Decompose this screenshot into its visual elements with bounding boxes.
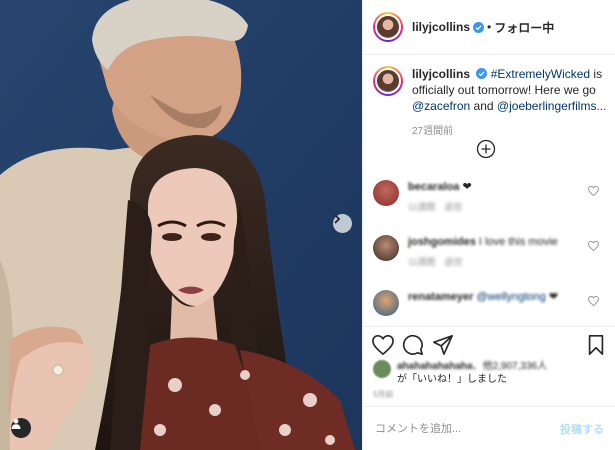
comment-item: becaraloa ❤ 11週間 返信 [373,180,609,212]
comment-avatar[interactable] [373,235,399,261]
avatar[interactable] [373,12,403,42]
liker-avatar[interactable] [373,360,391,378]
user-tag-icon [11,418,21,429]
plus-circle-icon [476,139,496,159]
post-action-bar [363,326,615,360]
comment-body: becaraloa ❤ 11週間 返信 [408,180,578,214]
comment-icon[interactable] [402,334,424,356]
comment-avatar[interactable] [373,290,399,316]
heart-icon[interactable] [588,186,599,196]
header-separator: • [487,20,492,34]
comment-item: joshgomides I love this movie 11週間 返信 [373,235,609,267]
verified-icon [473,21,485,33]
share-icon[interactable] [432,334,454,356]
caption-mention-zacefron[interactable]: @zacefron [412,99,470,113]
post-header: lilyjcollins • フォロー中 [363,0,615,55]
comment-text: ❤ [548,291,559,303]
liker-username[interactable]: ahahahahahaha [397,361,473,372]
comment-username[interactable]: renatameyer [408,291,473,303]
post-side-panel: lilyjcollins • フォロー中 lilyjcollins #Extre… [362,0,615,450]
post-date: 5月前 [373,390,394,399]
comment-mention[interactable]: @wellyngtong [477,291,546,303]
likes-summary: ahahahahahaha、他2,907,336人 が「いいね！」しました [373,360,547,386]
likes-count[interactable]: 、他2,907,336人 [473,361,548,372]
likes-text: ahahahahahaha、他2,907,336人 が「いいね！」しました [397,360,547,386]
next-photo-button[interactable] [333,214,352,233]
chevron-right-icon [334,214,341,224]
post-caption: lilyjcollins #ExtremelyWicked is officia… [373,66,609,114]
add-comment-bar: 投稿する [363,406,615,450]
comment-username[interactable]: becaraloa [408,181,459,193]
caption-text: lilyjcollins #ExtremelyWicked is officia… [412,66,609,114]
likes-suffix: が「いいね！」しました [397,374,507,385]
comment-input[interactable] [375,422,560,435]
heart-icon[interactable] [372,334,394,356]
caption-text-2: and [470,99,497,113]
caption-hashtag[interactable]: #ExtremelyWicked [491,67,590,81]
comment-text: ❤ [462,181,472,193]
tagged-users-button[interactable] [11,418,31,438]
caption-avatar[interactable] [373,66,403,96]
caption-mention-joeberlinger[interactable]: @joeberlingerfilms... [497,99,607,113]
header-username[interactable]: lilyjcollins [412,20,470,34]
heart-icon[interactable] [588,241,599,251]
comment-avatar[interactable] [373,180,399,206]
comment-item: renatameyer @wellyngtong ❤ [373,290,609,322]
photo-illustration [0,0,362,450]
verified-icon [476,68,488,79]
bookmark-icon[interactable] [585,334,607,356]
caption-timestamp: 27週間前 [412,126,454,137]
comment-text: I love this movie [478,236,558,248]
post-photo[interactable] [0,0,362,450]
comment-username[interactable]: joshgomides [408,236,476,248]
comment-body: renatameyer @wellyngtong ❤ [408,290,578,304]
follow-status-button[interactable]: フォロー中 [494,19,554,36]
post-comment-button[interactable]: 投稿する [560,421,604,437]
caption-username[interactable]: lilyjcollins [412,67,470,81]
comment-meta: 11週間 返信 [408,202,463,212]
comment-meta: 11週間 返信 [408,257,463,267]
comment-body: joshgomides I love this movie 11週間 返信 [408,235,578,269]
load-more-comments-button[interactable] [476,139,496,164]
heart-icon[interactable] [588,296,599,306]
